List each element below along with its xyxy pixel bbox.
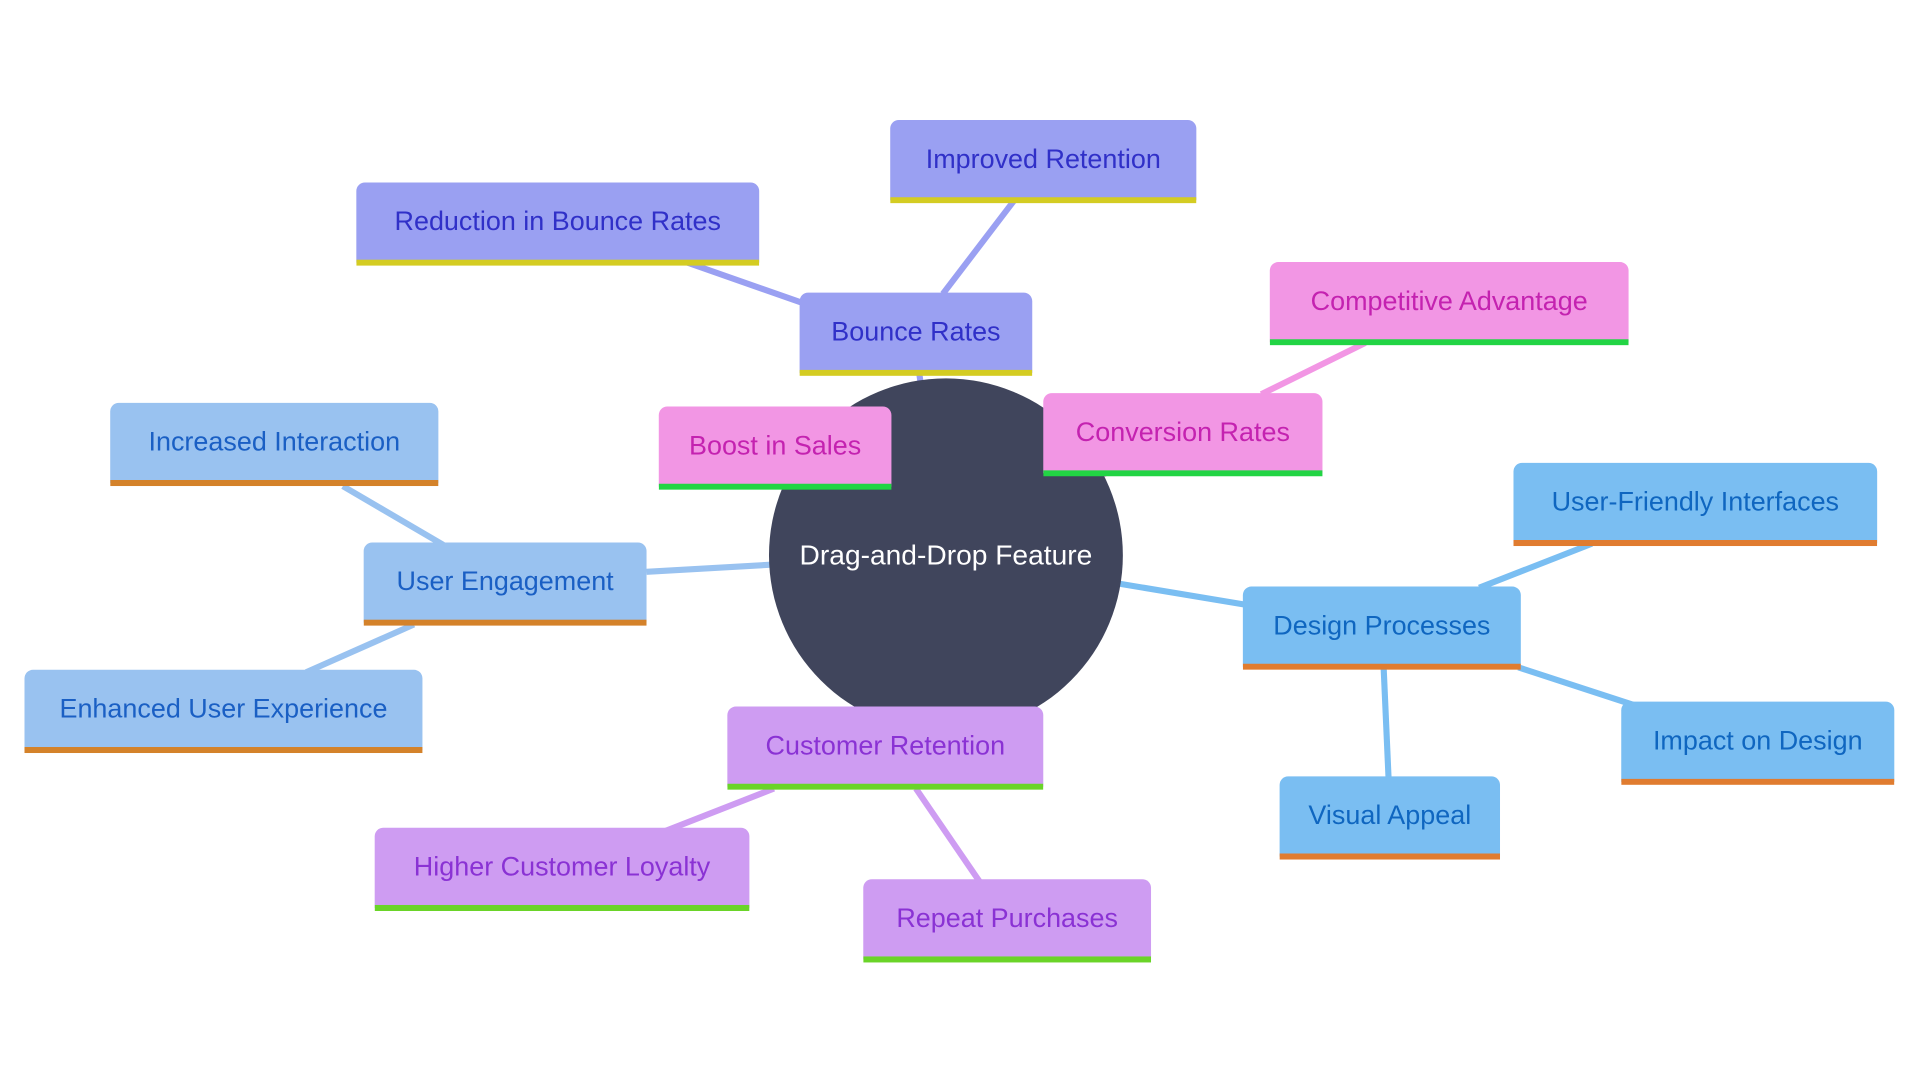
node-label: Increased Interaction xyxy=(148,425,401,457)
node-label: User Engagement xyxy=(396,565,614,596)
node-boost-in-sales[interactable]: Boost in Sales xyxy=(658,406,892,490)
node-label: Improved Retention xyxy=(925,142,1161,174)
node-impact-on-design[interactable]: Impact on Design xyxy=(1621,701,1895,785)
node-increased-interaction[interactable]: Increased Interaction xyxy=(110,402,439,487)
node-label: Design Processes xyxy=(1273,609,1491,640)
node-label: Customer Retention xyxy=(765,729,1006,760)
root-label: Drag-and-Drop Feature xyxy=(799,538,1093,571)
node-competitive-advantage[interactable]: Competitive Advantage xyxy=(1269,262,1629,346)
node-user-engagement[interactable]: User Engagement xyxy=(363,542,647,626)
node-higher-customer-loyalty[interactable]: Higher Customer Loyalty xyxy=(374,827,750,912)
node-bounce-rates[interactable]: Bounce Rates xyxy=(799,292,1033,376)
node-label: Conversion Rates xyxy=(1075,415,1290,447)
node-repeat-purchases[interactable]: Repeat Purchases xyxy=(863,879,1152,963)
node-label: Visual Appeal xyxy=(1308,798,1472,830)
node-label: Higher Customer Loyalty xyxy=(413,850,711,882)
edge-retention-repeat xyxy=(913,786,983,884)
node-label: User-Friendly Interfaces xyxy=(1551,485,1840,517)
node-reduction-in-bounce-rates[interactable]: Reduction in Bounce Rates xyxy=(356,182,760,266)
edge-design-visual xyxy=(1380,668,1392,779)
node-label: Reduction in Bounce Rates xyxy=(394,205,722,236)
edge-conversion-competitive xyxy=(1259,340,1367,398)
node-label: Competitive Advantage xyxy=(1310,284,1588,316)
node-enhanced-user-experience[interactable]: Enhanced User Experience xyxy=(24,669,423,754)
edge-bounce-improved xyxy=(940,198,1017,296)
edge-retention-loyalty xyxy=(660,785,775,836)
node-label: Repeat Purchases xyxy=(896,901,1118,933)
node-label: Enhanced User Experience xyxy=(59,692,388,724)
node-customer-retention[interactable]: Customer Retention xyxy=(727,706,1044,790)
node-label: Boost in Sales xyxy=(688,429,862,460)
node-visual-appeal[interactable]: Visual Appeal xyxy=(1279,776,1501,860)
node-improved-retention[interactable]: Improved Retention xyxy=(890,120,1197,204)
mindmap-canvas: Drag-and-Drop Feature Bounce Rates Reduc… xyxy=(0,0,1920,1080)
edge-engagement-experience xyxy=(304,621,416,676)
edge-engagement-interaction xyxy=(341,483,445,548)
node-label: Bounce Rates xyxy=(831,315,1001,346)
edge-design-userfriendly xyxy=(1478,540,1593,591)
node-design-processes[interactable]: Design Processes xyxy=(1242,586,1521,670)
edge-design-impact xyxy=(1517,664,1636,709)
node-user-friendly-interfaces[interactable]: User-Friendly Interfaces xyxy=(1513,462,1878,547)
node-conversion-rates[interactable]: Conversion Rates xyxy=(1043,393,1323,477)
node-label: Impact on Design xyxy=(1652,724,1863,755)
